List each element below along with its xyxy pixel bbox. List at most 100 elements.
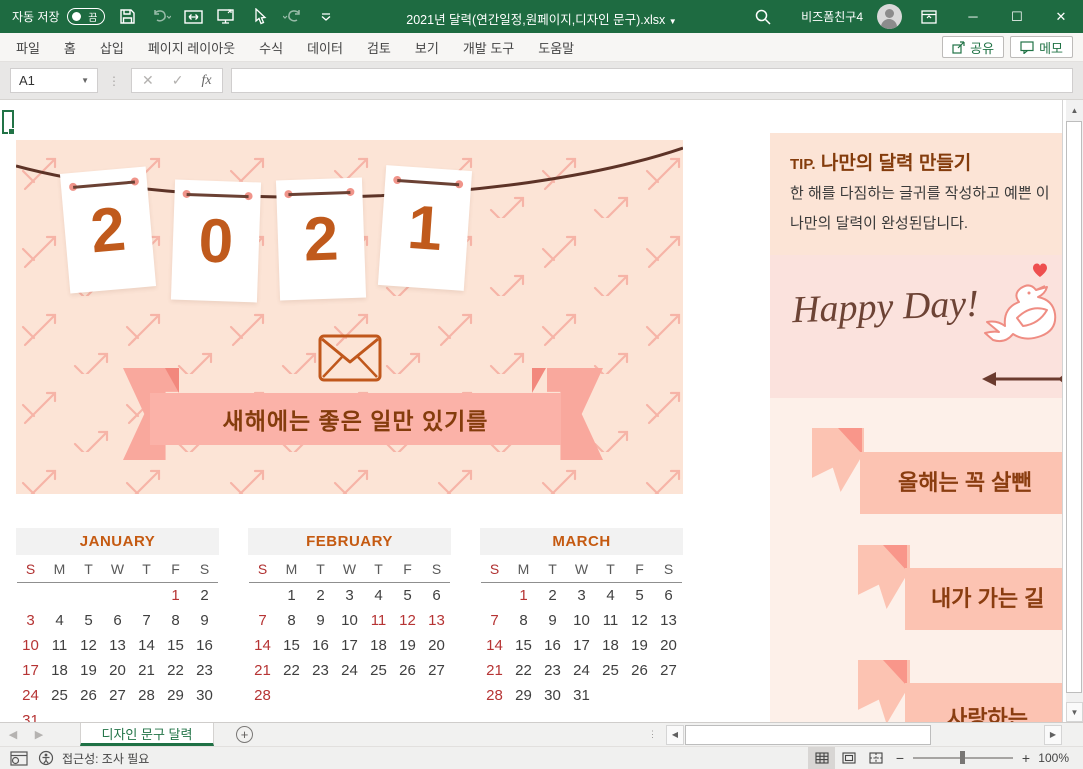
calendar-day-cell: 26: [631, 662, 648, 679]
macro-record-icon[interactable]: [10, 750, 28, 766]
calendar-day-cell: 1: [287, 587, 296, 604]
zoom-out-button[interactable]: −: [889, 750, 911, 766]
namebox-dropdown-icon[interactable]: ▼: [81, 76, 89, 85]
close-button[interactable]: ✕: [1039, 0, 1083, 33]
calendar-day-cell: 4: [374, 587, 383, 604]
fit-to-window-icon[interactable]: [184, 7, 204, 27]
month-title: JANUARY: [16, 528, 219, 555]
day-header-cell: T: [548, 560, 557, 577]
calendar-day-cell: 15: [167, 637, 184, 654]
monitor-share-icon[interactable]: [217, 7, 237, 27]
calendar-week-row: 28 29 30 31: [480, 683, 683, 708]
ribbon-display-options-icon[interactable]: [907, 0, 951, 33]
sheet-nav-left-icon[interactable]: ◀: [0, 728, 26, 741]
save-icon[interactable]: [118, 7, 138, 27]
account-name[interactable]: 비즈폼친구4: [793, 0, 871, 33]
day-header-cell: S: [431, 560, 442, 577]
calendar-day-cell: 11: [370, 612, 387, 629]
normal-view-button[interactable]: [808, 747, 835, 769]
horizontal-scroll-thumb[interactable]: [685, 724, 931, 745]
formula-input[interactable]: [230, 68, 1073, 93]
day-header-cell: S: [257, 560, 268, 577]
ribbon-tab-3[interactable]: 페이지 레이아웃: [136, 33, 247, 62]
name-box[interactable]: A1 ▼: [10, 68, 98, 93]
cancel-entry-icon[interactable]: ✕: [142, 72, 154, 89]
ribbon-tab-file[interactable]: 파일: [4, 33, 52, 62]
side-ribbon-message: 내가 가는 길: [905, 568, 1062, 630]
ribbon-tab-8[interactable]: 개발 도구: [451, 33, 526, 62]
new-year-message-ribbon: 새해에는 좋은 일만 있기를: [150, 393, 561, 445]
ribbon-tab-5[interactable]: 데이터: [295, 33, 355, 62]
mouse-cursor-icon[interactable]: [250, 7, 270, 27]
ribbon-tab-2[interactable]: 삽입: [88, 33, 136, 62]
ribbon-tab-4[interactable]: 수식: [247, 33, 295, 62]
day-header-cell: T: [142, 560, 151, 577]
avatar[interactable]: [871, 0, 907, 33]
accessibility-status[interactable]: 접근성: 조사 필요: [62, 750, 149, 767]
sheet-tab-active[interactable]: 디자인 문구 달력: [80, 723, 214, 746]
calendar-day-cell: 15: [283, 637, 300, 654]
scroll-down-icon[interactable]: ▼: [1066, 702, 1083, 722]
calendar-day-cell: 30: [544, 687, 561, 704]
horizontal-scroll-track[interactable]: [684, 724, 1044, 745]
calendar-day-cell: 16: [196, 637, 213, 654]
accessibility-checker-icon[interactable]: [38, 750, 54, 766]
day-header-cell: F: [635, 560, 644, 577]
zoom-in-button[interactable]: +: [1015, 750, 1037, 766]
calendar-day-cell: 1: [519, 587, 528, 604]
calendar-day-cell: 28: [254, 687, 271, 704]
page-layout-view-button[interactable]: [835, 747, 862, 769]
scroll-left-icon[interactable]: ◀: [666, 724, 684, 745]
autosave-toggle[interactable]: 자동 저장 끔: [12, 8, 105, 25]
calendar-day-cell: 4: [55, 612, 64, 629]
calendar-week-row: [248, 708, 451, 722]
day-header-cell: F: [171, 560, 180, 577]
worksheet-canvas[interactable]: 2021 새해에는 좋은 일만 있기를 JANUARY S M T W T F S 1 2 3 4 5 6…: [0, 100, 1063, 722]
calendar-week-row: 1 2 3 4 5 6: [248, 583, 451, 608]
share-button[interactable]: 공유: [942, 36, 1005, 58]
calendar-week-row: 14 15 16 17 18 19 20: [480, 633, 683, 658]
zoom-level[interactable]: 100%: [1037, 751, 1083, 765]
page-break-view-button[interactable]: [862, 747, 889, 769]
scroll-right-icon[interactable]: ▶: [1044, 724, 1062, 745]
calendar-day-cell: 25: [370, 662, 387, 679]
calendar-day-cell: 6: [432, 587, 441, 604]
search-icon[interactable]: [733, 0, 793, 33]
calendar-day-cell: 13: [109, 637, 126, 654]
confirm-entry-icon[interactable]: ✓: [172, 72, 184, 89]
calendar-day-cell: 2: [200, 587, 209, 604]
day-header-row: SMTWTFS: [248, 555, 451, 582]
ribbon-tab-9[interactable]: 도움말: [526, 33, 586, 62]
vertical-scroll-thumb[interactable]: [1066, 121, 1082, 693]
sheet-tab-bar: ◀ ▶ 디자인 문구 달력 + ⋮ ◀ ▶: [0, 722, 1083, 746]
autosave-toggle-pill[interactable]: 끔: [66, 8, 105, 25]
card-string-line: [186, 192, 249, 198]
calendar-day-cell: 21: [138, 662, 155, 679]
memo-button[interactable]: 메모: [1010, 36, 1073, 58]
zoom-slider-thumb[interactable]: [960, 751, 965, 764]
customize-qat-chevron-icon[interactable]: [316, 7, 336, 27]
zoom-slider[interactable]: [913, 751, 1013, 764]
sheet-nav-right-icon[interactable]: ▶: [26, 728, 52, 741]
day-header-cell: T: [374, 560, 383, 577]
calendar-day-cell: 3: [577, 587, 586, 604]
ribbon-tab-6[interactable]: 검토: [355, 33, 403, 62]
month-calendar-february: FEBRUARY S M T W T F S 1 2 3 4 5 6 7 8 9 10 11 12 13 14 15 16 17…: [248, 528, 451, 722]
calendar-day-cell: 17: [573, 637, 590, 654]
calendar-day-cell: 3: [26, 612, 35, 629]
ribbon-tab-7[interactable]: 보기: [403, 33, 451, 62]
ribbon-tab-1[interactable]: 홈: [52, 33, 88, 62]
month-title: FEBRUARY: [248, 528, 451, 555]
insert-function-icon[interactable]: fx: [201, 73, 211, 89]
horizontal-scrollbar[interactable]: ◀ ▶: [666, 723, 1062, 747]
maximize-button[interactable]: ☐: [995, 0, 1039, 33]
minimize-button[interactable]: ─: [951, 0, 995, 33]
scroll-up-icon[interactable]: ▲: [1066, 100, 1083, 120]
calendar-day-cell: 11: [51, 637, 68, 654]
scrollbar-resize-handle[interactable]: ⋮: [648, 729, 658, 740]
calendar-week-row: 14 15 16 17 18 19 20: [248, 633, 451, 658]
new-sheet-button[interactable]: +: [236, 726, 253, 743]
vertical-scrollbar[interactable]: ▲ ▼: [1066, 100, 1083, 722]
calendar-day-cell: 25: [602, 662, 619, 679]
day-header-cell: M: [53, 560, 66, 577]
